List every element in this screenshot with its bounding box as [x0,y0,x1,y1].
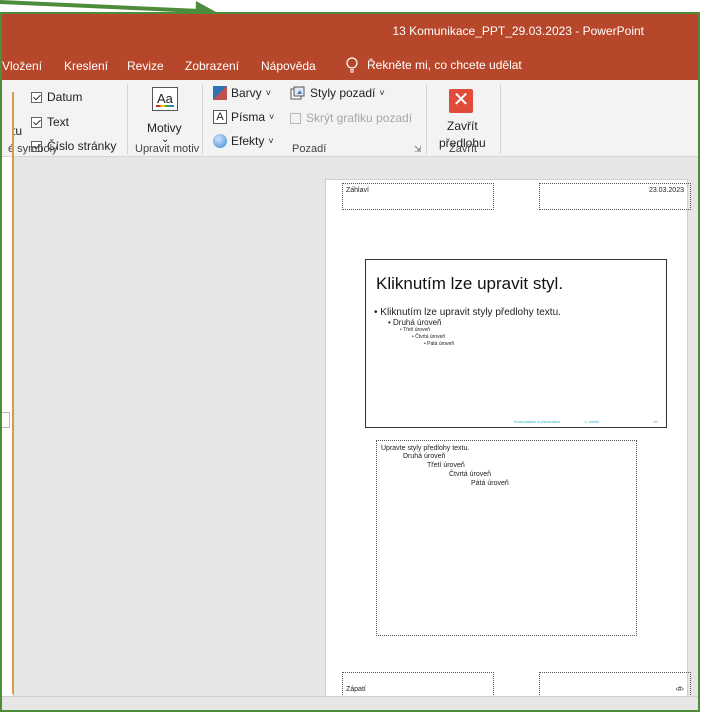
date-checkbox[interactable]: Datum [31,90,82,104]
group-separator [202,84,203,154]
group-label-close: Zavřít [449,143,478,155]
chevron-down-icon: ˅ [268,136,274,146]
group-separator [426,84,427,154]
notes-level1: Upravte styly předlohy textu. [381,445,470,452]
font-icon: A [213,110,227,124]
slide-bullet-level3: • Třetí úroveň [400,327,431,333]
background-styles-icon [290,86,305,100]
page-number-placeholder[interactable]: ‹#› [539,672,691,699]
colors-label: Barvy [231,86,262,100]
notes-level2: Druhá úroveň [403,453,446,460]
fonts-dropdown[interactable]: A Písma ˅ [213,110,274,124]
handout-page: Záhlaví 23.03.2023 Kliknutím lze upravit… [325,179,691,699]
close-master-label-line1: Zavřít [447,119,478,133]
close-icon: ✕ [449,89,473,113]
slide-footer-mid: 1. ročník [584,419,600,424]
tab-view[interactable]: Zobrazení [185,59,239,73]
hide-background-graphics-checkbox[interactable]: Skrýt grafiku pozadí [290,111,412,125]
header-text: Záhlaví [346,187,369,194]
themes-color-strip [156,105,174,107]
date-placeholder[interactable]: 23.03.2023 [539,183,691,210]
footer-text: Zápatí [346,686,366,693]
ribbon: tu Datum Text Číslo stránky é symboly Aa… [2,80,698,157]
slide-bullet-level5: • Pátá úroveň [424,341,455,347]
slide-bullet-level4: • Čtvrtá úroveň [412,334,446,340]
notes-level5: Pátá úroveň [471,480,509,487]
title-bar: 13 Komunikace_PPT_29.03.2023 - PowerPoin… [2,14,698,50]
tell-me-box[interactable]: Řekněte mi, co chcete udělat [345,57,522,73]
tab-review[interactable]: Revize [127,59,164,73]
chevron-down-icon: ˅ [265,88,271,98]
checkbox-checked-icon [31,116,42,128]
lightbulb-icon [346,57,358,73]
window-title: 13 Komunikace_PPT_29.03.2023 - PowerPoin… [392,24,645,38]
page-number-text: ‹#› [675,686,684,693]
notes-placeholder[interactable]: Upravte styly předlohy textu. Druhá úrov… [376,440,637,636]
slide-image-placeholder[interactable]: Kliknutím lze upravit styl. • Kliknutím … [365,259,667,428]
checkbox-checked-icon [31,91,42,103]
footer-placeholder[interactable]: Zápatí [342,672,494,699]
tab-insert[interactable]: Vložení [2,59,42,73]
themes-label: Motivy [147,121,182,135]
effects-dropdown[interactable]: Efekty ˅ [213,134,274,148]
chevron-down-icon: ˅ [379,88,385,98]
status-bar [2,696,698,710]
group-separator [127,84,128,154]
text-label: Text [47,115,70,129]
checkbox-unchecked-icon [290,112,301,124]
themes-icon-text: Aa [157,91,173,106]
selection-indicator [12,92,14,694]
group-label-theme: Upravit motiv [135,143,200,155]
slide-footer-right: ‹#› [653,419,658,424]
background-styles-dropdown[interactable]: Styly pozadí ˅ [290,86,385,100]
thumbnail-edge[interactable] [2,412,10,428]
slide-bullet-level1: • Kliknutím lze upravit styly předlohy t… [374,307,561,318]
slide-title: Kliknutím lze upravit styl. [376,274,564,293]
date-text: 23.03.2023 [648,187,684,194]
ribbon-tabs: Vložení Kreslení Revize Zobrazení Nápově… [2,50,698,80]
fonts-label: Písma [231,110,266,124]
text-checkbox[interactable]: Text [31,115,69,129]
color-palette-icon [213,86,227,100]
group-label-placeholders: é symboly [8,143,58,155]
tab-help[interactable]: Nápověda [261,59,316,73]
colors-dropdown[interactable]: Barvy ˅ [213,86,271,100]
slide-bullet-level2: • Druhá úroveň [388,318,442,327]
hide-background-graphics-label: Skrýt grafiku pozadí [306,111,413,125]
header-placeholder[interactable]: Záhlaví [342,183,494,210]
group-separator [500,84,501,154]
tab-draw[interactable]: Kreslení [64,59,108,73]
date-label: Datum [47,90,83,104]
notes-level4: Čtvrtá úroveň [449,471,492,478]
themes-icon: Aa [152,87,178,111]
chevron-down-icon: ˅ [269,112,275,122]
tell-me-label: Řekněte mi, co chcete udělat [367,58,522,72]
notes-level3: Třetí úroveň [427,462,465,469]
background-styles-label: Styly pozadí [310,86,376,100]
effects-icon [213,134,227,148]
powerpoint-window: 13 Komunikace_PPT_29.03.2023 - PowerPoin… [0,12,700,712]
dialog-launcher-icon[interactable]: ⇲ [414,144,422,155]
effects-label: Efekty [231,134,265,148]
group-label-background: Pozadí [292,143,327,155]
slide-footer-left: Komunikace a prezentace [514,419,561,424]
